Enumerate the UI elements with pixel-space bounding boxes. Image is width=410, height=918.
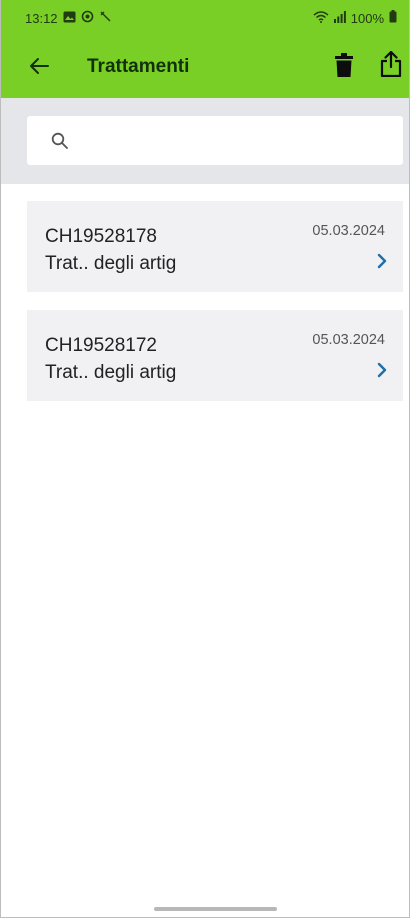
item-description: Trat.. degli artig (45, 253, 177, 274)
wifi-icon (313, 10, 329, 26)
home-indicator[interactable] (154, 907, 277, 911)
search-icon (51, 132, 68, 149)
item-code: CH19528172 (45, 335, 157, 356)
status-left: 13:12 (25, 10, 112, 26)
share-icon (380, 51, 402, 77)
status-right: 100% (313, 10, 397, 26)
tool-icon (99, 10, 112, 26)
status-bar: 13:12 100% (1, 0, 409, 36)
item-date: 05.03.2024 (312, 332, 385, 348)
location-icon (81, 10, 94, 26)
search-area (1, 98, 409, 184)
search-input[interactable] (82, 130, 386, 151)
search-box[interactable] (27, 116, 403, 165)
gallery-icon (63, 11, 76, 26)
list-item[interactable]: CH19528178 Trat.. degli artig 05.03.2024 (27, 201, 403, 292)
battery-icon (389, 10, 397, 26)
app-screen: 13:12 100% Trattamenti CH19528178 Trat..… (0, 0, 410, 918)
list-item[interactable]: CH19528172 Trat.. degli artig 05.03.2024 (27, 310, 403, 401)
toolbar: Trattamenti (1, 36, 409, 98)
trash-icon (335, 53, 353, 77)
signal-icon (333, 10, 346, 26)
app-bar: 13:12 100% Trattamenti (1, 0, 409, 98)
item-date: 05.03.2024 (312, 223, 385, 239)
battery-percent: 100% (350, 10, 384, 26)
arrow-left-icon (30, 58, 49, 74)
chevron-right-icon (377, 253, 387, 269)
chevron-right-icon (377, 362, 387, 378)
item-code: CH19528178 (45, 226, 157, 247)
item-description: Trat.. degli artig (45, 362, 177, 383)
status-time: 13:12 (25, 10, 58, 26)
page-title: Trattamenti (87, 56, 190, 77)
share-button[interactable] (377, 48, 405, 80)
delete-button[interactable] (331, 50, 357, 80)
back-button[interactable] (25, 52, 53, 80)
